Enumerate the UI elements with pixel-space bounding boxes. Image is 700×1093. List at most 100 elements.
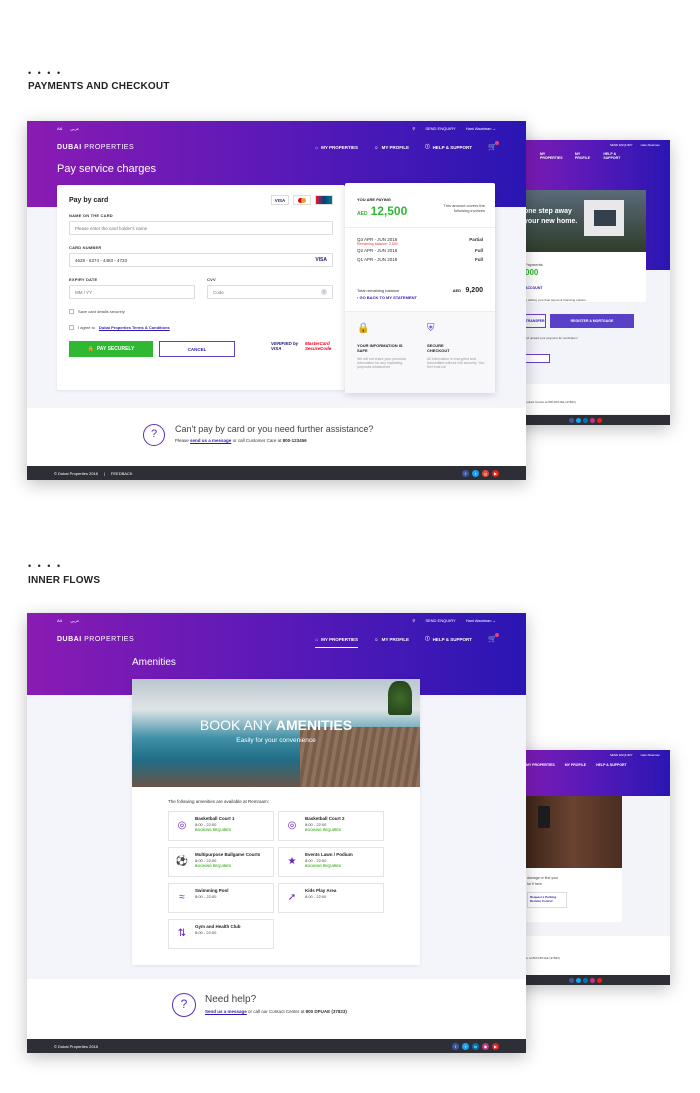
register-mortgage-button[interactable]: REGISTER A MORTGAGE [550, 314, 634, 328]
amenity-card-ballgame[interactable]: ⚽ Multipurpose Ballgame Courts 8:00 - 22:… [168, 847, 274, 877]
section-dots: • • • • [28, 561, 63, 571]
user-menu[interactable]: Hani Alsatman [641, 753, 660, 757]
hero-title-bold: AMENITIES [275, 717, 353, 733]
nav-my-profile[interactable]: ☺ MY PROFILE [374, 637, 409, 642]
assist-prefix: Please [175, 438, 189, 443]
youtube-icon[interactable]: ▶ [492, 1042, 499, 1050]
search-icon[interactable]: ⚲ [412, 618, 415, 623]
twitter-icon[interactable]: t [462, 1042, 469, 1050]
instagram-icon[interactable]: ◉ [482, 1042, 489, 1050]
dubai-properties-logo[interactable]: DUBAI PROPERTIES [57, 636, 134, 643]
mobile2-text2: far fi here. [527, 882, 543, 886]
customer-care-phone[interactable]: 800-123456 [283, 438, 307, 443]
send-message-link[interactable]: send us a message [190, 438, 231, 443]
youtube-icon[interactable] [596, 417, 602, 423]
hero-title-light: BOOK ANY [199, 717, 272, 733]
facebook-icon[interactable]: f [452, 1042, 459, 1050]
transfer-button[interactable]: TRANSFER [524, 314, 546, 328]
amenity-card-basketball-1[interactable]: ◎ Basketball Court 1 8:00 - 22:00 BOOKING … [168, 811, 274, 841]
page-title: Amenities [132, 657, 176, 668]
podium-icon: ★ [287, 855, 297, 867]
remaining-value: 9,200 [465, 287, 483, 294]
save-card-checkbox[interactable] [69, 309, 74, 314]
twitter-icon[interactable] [575, 417, 581, 423]
send-enquiry-link[interactable]: SEND ENQUIRY [610, 753, 633, 757]
help-icon: ⓘ [425, 144, 430, 149]
google-plus-icon[interactable]: g [482, 469, 489, 477]
dubai-properties-logo[interactable]: DUBAI PROPERTIES [57, 144, 134, 151]
amenity-card-kids-play[interactable]: ➚ Kids Play Area 8:00 - 22:00 [278, 883, 384, 913]
linkedin-icon[interactable] [582, 417, 588, 423]
back-to-statement-link[interactable]: ‹ GO BACK TO MY STATEMENT [357, 295, 417, 300]
font-size-toggle[interactable]: AA [57, 618, 62, 623]
send-message-link[interactable]: Send us a message [205, 1009, 247, 1014]
cvv-help-icon[interactable]: ? [321, 289, 327, 295]
linkedin-icon[interactable]: in [472, 1042, 479, 1050]
footer: © Dubai Properties 2018 f t in ◉ ▶ [27, 1039, 526, 1053]
mobile-account-link[interactable]: ACCOUNT [525, 286, 543, 290]
mobile-hero-line2: your new home. [524, 218, 578, 225]
facebook-icon[interactable] [568, 417, 574, 423]
cancel-button[interactable]: CANCEL [159, 341, 235, 357]
nav-my-properties[interactable]: ⌂ MY PROPERTIES [315, 145, 358, 150]
lock-icon: 🔒 [357, 323, 370, 334]
amenity-card-swimming-pool[interactable]: ≈ Swimming Pool 8:00 - 22:00 [168, 883, 274, 913]
instagram-icon[interactable] [589, 977, 595, 983]
twitter-icon[interactable]: t [472, 469, 479, 477]
contact-center-phone[interactable]: 800 DPUAE (37823) [306, 1009, 347, 1014]
mobile-upload-button[interactable] [524, 354, 550, 363]
nav-my-properties[interactable]: ⌂ MY PROPERTIES [315, 637, 359, 648]
feedback-link[interactable]: FEEDBACK [111, 471, 133, 476]
terms-checkbox[interactable] [69, 325, 74, 330]
language-toggle[interactable]: عربي [70, 618, 79, 623]
expiry-input[interactable]: MM / YY [69, 285, 195, 299]
language-toggle[interactable]: عربي [70, 126, 79, 131]
terms-link[interactable]: Dubai Properties Terms & Conditions [99, 325, 170, 330]
send-enquiry-link[interactable]: SEND ENQUIRY [610, 143, 633, 147]
search-icon[interactable]: ⚲ [412, 126, 415, 131]
cvv-input[interactable]: Code? [207, 285, 333, 299]
cart-icon[interactable]: 🛒 [488, 141, 499, 151]
font-size-toggle[interactable]: AA [57, 126, 62, 131]
user-menu[interactable]: Hani Alsatman [641, 143, 660, 147]
send-enquiry-link[interactable]: SEND ENQUIRY [425, 618, 455, 623]
footer-separator: | [103, 470, 105, 476]
user-menu[interactable]: Hani Alsatman ⌄ [466, 618, 496, 623]
paying-label: YOU ARE PAYING [357, 197, 391, 202]
facebook-icon[interactable]: f [462, 469, 469, 477]
nav-help-support[interactable]: HELP & SUPPORT [603, 152, 630, 160]
card-number-input[interactable]: 4628 - 6374 - 4483 - 4733 VISA [69, 253, 333, 267]
cvv-label: CVV [207, 277, 216, 282]
send-enquiry-link[interactable]: SEND ENQUIRY [425, 126, 455, 131]
basketball-icon: ◎ [287, 819, 297, 831]
card-name-input[interactable]: Please enter the card holder's name [69, 221, 333, 235]
question-icon: ? [172, 993, 196, 1017]
footer: © Dubai Properties 2018 | FEEDBACK f t g… [27, 466, 526, 480]
user-menu[interactable]: Hani Alsatman ⌄ [466, 126, 496, 131]
nav-help-support[interactable]: HELP & SUPPORT [596, 763, 627, 767]
nav-my-profile[interactable]: MY PROFILE [575, 152, 594, 160]
amenity-card-gym[interactable]: ⇅ Gym and Health Club 8:00 - 22:00 [168, 919, 274, 949]
youtube-icon[interactable]: ▶ [492, 469, 499, 477]
mobile-upload-text: and upload your payment for verification [524, 336, 578, 340]
request-parking-remote-button[interactable]: Request a Parking Remote Control [527, 892, 567, 908]
info-safe-text: We will not share your personal informat… [357, 357, 406, 369]
pay-by-card-panel: Pay by card VISA NAME ON THE CARD Please… [57, 185, 345, 390]
amenity-card-events-lawn[interactable]: ★ Events Lawn / Podium 8:00 - 22:00 BOOKIN… [278, 847, 384, 877]
nav-my-profile[interactable]: MY PROFILE [565, 763, 586, 767]
invoice-list: Q3 APR - JUN 2018 Partial Remaining balan… [357, 237, 483, 262]
nav-my-profile[interactable]: ☺ MY PROFILE [374, 145, 409, 150]
pay-securely-button[interactable]: 🔒 PAY SECURELY [69, 341, 153, 357]
nav-help-support[interactable]: ⓘ HELP & SUPPORT [425, 144, 472, 150]
nav-my-properties[interactable]: MY PROPERTIES [540, 152, 565, 160]
instagram-icon[interactable] [589, 417, 595, 423]
nav-my-properties[interactable]: MY PROPERTIES [526, 763, 555, 767]
twitter-icon[interactable] [575, 977, 581, 983]
youtube-icon[interactable] [596, 977, 602, 983]
facebook-icon[interactable] [568, 977, 574, 983]
unionpay-icon [315, 195, 333, 205]
linkedin-icon[interactable] [582, 977, 588, 983]
cart-icon[interactable]: 🛒 [488, 633, 499, 643]
nav-help-support[interactable]: ⓘ HELP & SUPPORT [425, 636, 472, 642]
amenity-card-basketball-2[interactable]: ◎ Basketball Court 2 8:00 - 22:00 BOOKING … [278, 811, 384, 841]
